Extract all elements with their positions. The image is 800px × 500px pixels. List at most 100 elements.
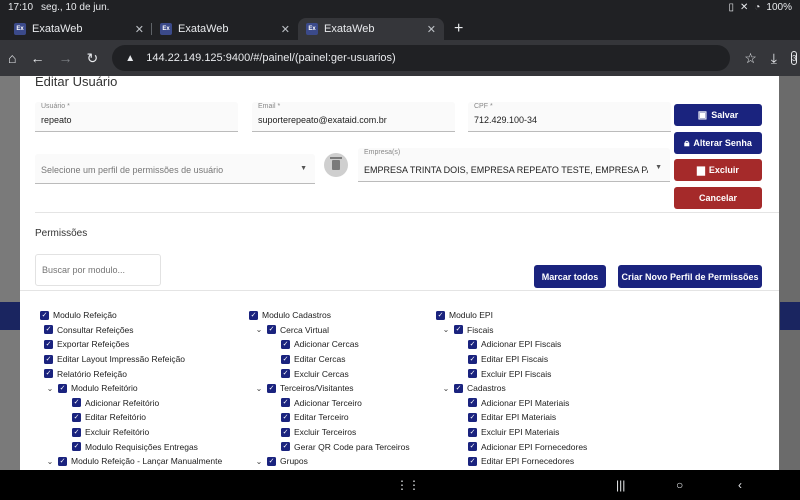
permission-item[interactable]: ⌄ ✓ Terceiros/Visitantes: [249, 381, 439, 396]
chevron-down-icon[interactable]: ⌄: [442, 325, 450, 334]
permission-item[interactable]: ✓ Adicionar EPI Materiais: [436, 396, 626, 411]
permission-item[interactable]: ✓ Modulo Cadastros: [249, 308, 439, 323]
permission-checkbox[interactable]: ✓: [454, 383, 463, 393]
permission-item[interactable]: ✓ Editar Terceiro: [249, 410, 439, 425]
cpf-field[interactable]: CPF * 712.429.100-34: [468, 102, 671, 132]
permission-checkbox[interactable]: ✓: [44, 325, 53, 335]
permission-checkbox[interactable]: ✓: [58, 383, 67, 393]
reload-icon[interactable]: ↻: [86, 50, 98, 67]
close-tab-icon[interactable]: ✕: [427, 23, 436, 36]
permission-item[interactable]: ✓ Excluir Terceiros: [249, 425, 439, 440]
permission-checkbox[interactable]: ✓: [281, 369, 290, 379]
permission-checkbox[interactable]: ✓: [468, 412, 477, 422]
permission-item[interactable]: ✓ Editar EPI Materiais: [436, 410, 626, 425]
permission-checkbox[interactable]: ✓: [44, 369, 53, 379]
apps-grid-icon[interactable]: ⋮⋮: [396, 478, 420, 492]
permission-checkbox[interactable]: ✓: [267, 325, 276, 335]
clear-profile-button[interactable]: [324, 153, 348, 177]
permission-checkbox[interactable]: ✓: [40, 310, 49, 320]
site-info-icon[interactable]: ▲: [122, 53, 138, 64]
permission-item[interactable]: ✓ Editar Cercas: [249, 352, 439, 367]
permission-item[interactable]: ✓ Editar EPI Fiscais: [436, 352, 626, 367]
chevron-down-icon[interactable]: ⌄: [255, 325, 263, 334]
permission-item[interactable]: ✓ Editar Layout Impressão Refeição: [40, 352, 230, 367]
permission-item[interactable]: ✓ Exportar Refeições: [40, 337, 230, 352]
permission-checkbox[interactable]: ✓: [281, 354, 290, 364]
permission-item[interactable]: ⌄ ✓ Cadastros: [436, 381, 626, 396]
cancel-button[interactable]: Cancelar: [674, 187, 762, 209]
permission-item[interactable]: ✓ Relatório Refeição: [40, 366, 230, 381]
bookmark-star-icon[interactable]: ☆: [744, 50, 757, 67]
permission-checkbox[interactable]: ✓: [468, 354, 477, 364]
permission-item[interactable]: ✓ Gerar QR Code para Terceiros: [249, 439, 439, 454]
permission-checkbox[interactable]: ✓: [468, 369, 477, 379]
permission-checkbox[interactable]: ✓: [281, 412, 290, 422]
permission-item[interactable]: ✓ Modulo Requisições Entregas: [40, 439, 230, 454]
address-bar[interactable]: ▲ 144.22.149.125:9400/#/painel/(painel:g…: [112, 45, 731, 71]
permission-checkbox[interactable]: ✓: [72, 398, 81, 408]
chevron-down-icon[interactable]: ⌄: [442, 384, 450, 393]
permission-checkbox[interactable]: ✓: [468, 427, 477, 437]
permission-item[interactable]: ✓ Modulo Refeição: [40, 308, 230, 323]
browser-tab-2[interactable]: Ex ExataWeb ✕: [152, 18, 298, 40]
chevron-down-icon[interactable]: ⌄: [255, 384, 263, 393]
delete-button[interactable]: ▆ Excluir: [674, 159, 762, 181]
permission-checkbox[interactable]: ✓: [454, 325, 463, 335]
permission-item[interactable]: ✓ Editar EPI Fornecedores: [436, 454, 626, 469]
permission-checkbox[interactable]: ✓: [281, 442, 290, 452]
permission-item[interactable]: ⌄ ✓ Modulo Refeitório: [40, 381, 230, 396]
permission-item[interactable]: ✓ Excluir Refeitório: [40, 425, 230, 440]
permission-item[interactable]: ✓ Modulo EPI: [436, 308, 626, 323]
permission-checkbox[interactable]: ✓: [72, 427, 81, 437]
permission-checkbox[interactable]: ✓: [436, 310, 445, 320]
mark-all-button[interactable]: Marcar todos: [534, 265, 606, 288]
chevron-down-icon[interactable]: ⌄: [46, 457, 54, 466]
permission-checkbox[interactable]: ✓: [468, 442, 477, 452]
close-tab-icon[interactable]: ✕: [135, 23, 144, 36]
permission-item[interactable]: ✓ Adicionar Terceiro: [249, 396, 439, 411]
usuario-field[interactable]: Usuário * repeato: [35, 102, 238, 132]
new-tab-icon[interactable]: +: [454, 18, 463, 40]
permission-item[interactable]: ✓ Adicionar Cercas: [249, 337, 439, 352]
create-profile-button[interactable]: Criar Novo Perfil de Permissões: [618, 265, 762, 288]
recents-icon[interactable]: |||: [616, 478, 625, 492]
permission-checkbox[interactable]: ✓: [468, 339, 477, 349]
permission-item[interactable]: ⌄ ✓ Modulo Refeição - Lançar Manualmente: [40, 454, 230, 469]
change-password-button[interactable]: 🔒︎ Alterar Senha: [674, 132, 762, 154]
home-circle-icon[interactable]: ○: [676, 478, 683, 492]
tab-switcher-icon[interactable]: 3: [790, 51, 798, 65]
permission-item[interactable]: ✓ Excluir EPI Materiais: [436, 425, 626, 440]
browser-tab-3[interactable]: Ex ExataWeb ✕: [298, 18, 444, 40]
permission-checkbox[interactable]: ✓: [281, 398, 290, 408]
permission-item[interactable]: ⌄ ✓ Grupos: [249, 454, 439, 469]
permission-checkbox[interactable]: ✓: [72, 412, 81, 422]
save-button[interactable]: ▣ Salvar: [674, 104, 762, 126]
perfil-select[interactable]: Selecione um perfil de permissões de usu…: [35, 154, 315, 184]
download-icon[interactable]: ⤓: [771, 50, 777, 67]
chevron-down-icon[interactable]: ⌄: [46, 384, 54, 393]
home-icon[interactable]: ⌂: [8, 50, 16, 66]
permission-item[interactable]: ✓ Adicionar EPI Fornecedores: [436, 439, 626, 454]
back-icon[interactable]: ←: [30, 50, 44, 66]
permission-checkbox[interactable]: ✓: [58, 456, 67, 466]
module-search-input[interactable]: [35, 254, 161, 286]
permission-item[interactable]: ⌄ ✓ Fiscais: [436, 323, 626, 338]
browser-tab-1[interactable]: Ex ExataWeb ✕: [6, 18, 152, 40]
permission-checkbox[interactable]: ✓: [267, 456, 276, 466]
permission-item[interactable]: ✓ Adicionar EPI Fiscais: [436, 337, 626, 352]
back-nav-icon[interactable]: ‹: [738, 478, 742, 492]
email-field[interactable]: Email * suporterepeato@exataid.com.br: [252, 102, 455, 132]
permission-checkbox[interactable]: ✓: [267, 383, 276, 393]
permission-item[interactable]: ✓ Excluir Cercas: [249, 366, 439, 381]
permission-checkbox[interactable]: ✓: [468, 456, 477, 466]
permission-item[interactable]: ⌄ ✓ Cerca Virtual: [249, 323, 439, 338]
chevron-down-icon[interactable]: ⌄: [255, 457, 263, 466]
permission-item[interactable]: ✓ Adicionar Refeitório: [40, 396, 230, 411]
empresa-select[interactable]: Empresa(s) EMPRESA TRINTA DOIS, EMPRESA …: [358, 148, 670, 182]
permission-item[interactable]: ✓ Consultar Refeições: [40, 323, 230, 338]
permission-checkbox[interactable]: ✓: [249, 310, 258, 320]
close-tab-icon[interactable]: ✕: [281, 23, 290, 36]
permission-checkbox[interactable]: ✓: [468, 398, 477, 408]
permission-checkbox[interactable]: ✓: [44, 339, 53, 349]
permission-checkbox[interactable]: ✓: [281, 339, 290, 349]
